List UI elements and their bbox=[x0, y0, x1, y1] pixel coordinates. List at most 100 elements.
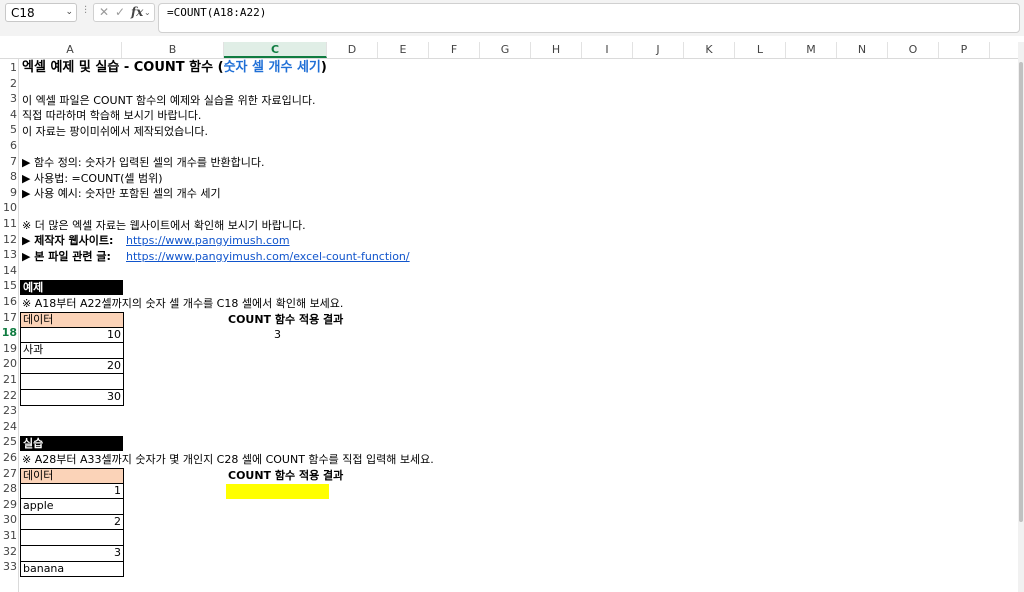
sheet-title: 엑셀 예제 및 실습 - COUNT 함수 (숫자 셀 개수 세기) bbox=[22, 60, 327, 75]
example-section-header: 예제 bbox=[20, 280, 123, 295]
website-link[interactable]: https://www.pangyimush.com bbox=[126, 233, 290, 248]
cancel-icon[interactable]: ✕ bbox=[99, 5, 109, 19]
column-header[interactable]: J bbox=[633, 42, 684, 58]
row-header[interactable]: 2 bbox=[0, 76, 18, 92]
row-header[interactable]: 1 bbox=[0, 60, 18, 76]
practice-section-header: 실습 bbox=[20, 436, 123, 451]
row-header[interactable]: 8 bbox=[0, 169, 18, 185]
column-header[interactable]: H bbox=[531, 42, 582, 58]
row-header[interactable]: 20 bbox=[0, 356, 18, 372]
more-info-note: ※ 더 많은 엑셀 자료는 웹사이트에서 확인해 보시기 바랍니다. bbox=[22, 219, 306, 232]
insert-function-icon[interactable]: fx bbox=[131, 5, 143, 19]
row-header[interactable]: 5 bbox=[0, 122, 18, 138]
row-header[interactable]: 3 bbox=[0, 91, 18, 107]
title-end: ) bbox=[320, 60, 327, 75]
row-header[interactable]: 29 bbox=[0, 497, 18, 513]
row-header[interactable]: 24 bbox=[0, 419, 18, 435]
row-headers: 1 2 3 4 5 6 7 8 9 10 11 12 13 14 15 16 17 18 19 20 21 22 23 24 2… bbox=[0, 58, 19, 592]
row-header[interactable]: 25 bbox=[0, 434, 18, 450]
example-data-header[interactable]: 데이터 bbox=[20, 312, 124, 328]
row-header[interactable]: 15 bbox=[0, 278, 18, 294]
row-header[interactable]: 26 bbox=[0, 450, 18, 466]
example-data-cell[interactable]: 20 bbox=[20, 358, 124, 375]
intro-line: 직접 따라하며 학습해 보시기 바랍니다. bbox=[22, 109, 202, 122]
row-header[interactable]: 23 bbox=[0, 403, 18, 419]
scrollbar-thumb[interactable] bbox=[1019, 62, 1023, 522]
formula-input[interactable]: =COUNT(A18:A22) bbox=[158, 3, 1020, 33]
formula-bar: C18 ⌄ · · · ✕ ✓ fx ⌄ =COUNT(A18:A22) bbox=[0, 0, 1024, 36]
formula-actions: ✕ ✓ fx ⌄ bbox=[93, 3, 155, 22]
row-header[interactable]: 16 bbox=[0, 294, 18, 310]
row-header[interactable]: 31 bbox=[0, 528, 18, 544]
column-headers: ABCDEFGHIJKLMNOP bbox=[0, 42, 1018, 59]
website-label: ▶ 제작자 웹사이트: bbox=[22, 234, 114, 247]
practice-data-cell[interactable]: apple bbox=[20, 499, 124, 515]
name-box[interactable]: C18 ⌄ bbox=[5, 3, 77, 22]
practice-data-cell[interactable]: 3 bbox=[20, 546, 124, 562]
bullet-definition: ▶ 함수 정의: 숫자가 입력된 셀의 개수를 반환합니다. bbox=[22, 156, 265, 169]
row-header[interactable]: 14 bbox=[0, 263, 18, 279]
practice-result-cell[interactable] bbox=[226, 484, 329, 499]
column-header[interactable]: B bbox=[122, 42, 224, 58]
enter-icon[interactable]: ✓ bbox=[115, 5, 125, 19]
example-data-cell[interactable]: 사과 bbox=[20, 343, 124, 359]
practice-data-cell[interactable]: 1 bbox=[20, 483, 124, 500]
row-header[interactable]: 4 bbox=[0, 107, 18, 123]
name-box-value: C18 bbox=[11, 6, 35, 20]
bullet-example: ▶ 사용 예시: 숫자만 포함된 셀의 개수 세기 bbox=[22, 187, 221, 200]
column-header[interactable]: D bbox=[327, 42, 378, 58]
column-header[interactable]: N bbox=[837, 42, 888, 58]
related-label: ▶ 본 파일 관련 글: bbox=[22, 250, 111, 263]
practice-data-cell[interactable]: banana bbox=[20, 561, 124, 578]
chevron-down-icon[interactable]: ⌄ bbox=[65, 7, 73, 17]
column-header[interactable]: I bbox=[582, 42, 633, 58]
row-header[interactable]: 11 bbox=[0, 216, 18, 232]
column-header[interactable]: O bbox=[888, 42, 939, 58]
example-data-cell[interactable]: 30 bbox=[20, 390, 124, 406]
example-data-cell[interactable]: 10 bbox=[20, 327, 124, 344]
chevron-down-icon[interactable]: ⌄ bbox=[144, 8, 151, 17]
practice-data-cell[interactable] bbox=[20, 530, 124, 546]
example-note: ※ A18부터 A22셀까지의 숫자 셀 개수를 C18 셀에서 확인해 보세요… bbox=[22, 297, 344, 310]
row-header[interactable]: 21 bbox=[0, 372, 18, 388]
example-result-cell[interactable]: 3 bbox=[226, 327, 329, 342]
row-header[interactable]: 10 bbox=[0, 200, 18, 216]
row-header[interactable]: 9 bbox=[0, 185, 18, 201]
column-header[interactable]: P bbox=[939, 42, 990, 58]
example-data-cell[interactable] bbox=[20, 374, 124, 390]
bullet-usage: ▶ 사용법: =COUNT(셀 범위) bbox=[22, 172, 163, 185]
row-header[interactable]: 12 bbox=[0, 232, 18, 248]
column-header[interactable]: G bbox=[480, 42, 531, 58]
column-header[interactable]: K bbox=[684, 42, 735, 58]
row-header[interactable]: 17 bbox=[0, 310, 18, 326]
column-header[interactable]: L bbox=[735, 42, 786, 58]
row-header[interactable]: 22 bbox=[0, 388, 18, 404]
example-result-label: COUNT 함수 적용 결과 bbox=[228, 313, 344, 326]
column-header[interactable]: E bbox=[378, 42, 429, 58]
related-link[interactable]: https://www.pangyimush.com/excel-count-f… bbox=[126, 249, 410, 264]
practice-note: ※ A28부터 A33셀까지 숫자가 몇 개인지 C28 셀에 COUNT 함수… bbox=[22, 453, 434, 466]
title-main: 엑셀 예제 및 실습 - COUNT 함수 ( bbox=[22, 60, 224, 75]
practice-data-header[interactable]: 데이터 bbox=[20, 468, 124, 484]
row-header[interactable]: 27 bbox=[0, 466, 18, 482]
more-options-icon[interactable]: · · · bbox=[84, 3, 87, 19]
row-header[interactable]: 28 bbox=[0, 481, 18, 497]
row-header[interactable]: 18 bbox=[0, 325, 18, 341]
column-header[interactable]: C bbox=[224, 42, 327, 58]
column-header[interactable]: F bbox=[429, 42, 480, 58]
intro-line: 이 자료는 팡이미쉬에서 제작되었습니다. bbox=[22, 125, 209, 138]
row-header[interactable]: 13 bbox=[0, 247, 18, 263]
vertical-scrollbar[interactable] bbox=[1018, 42, 1024, 592]
practice-data-cell[interactable]: 2 bbox=[20, 514, 124, 531]
formula-text: =COUNT(A18:A22) bbox=[167, 6, 267, 19]
column-header[interactable]: M bbox=[786, 42, 837, 58]
title-highlight: 숫자 셀 개수 세기 bbox=[223, 60, 321, 75]
row-header[interactable]: 32 bbox=[0, 544, 18, 560]
column-header[interactable]: A bbox=[19, 42, 122, 58]
row-header[interactable]: 7 bbox=[0, 154, 18, 170]
row-header[interactable]: 33 bbox=[0, 559, 18, 575]
row-header[interactable]: 19 bbox=[0, 341, 18, 357]
intro-line: 이 엑셀 파일은 COUNT 함수의 예제와 실습을 위한 자료입니다. bbox=[22, 94, 316, 107]
row-header[interactable]: 6 bbox=[0, 138, 18, 154]
row-header[interactable]: 30 bbox=[0, 512, 18, 528]
